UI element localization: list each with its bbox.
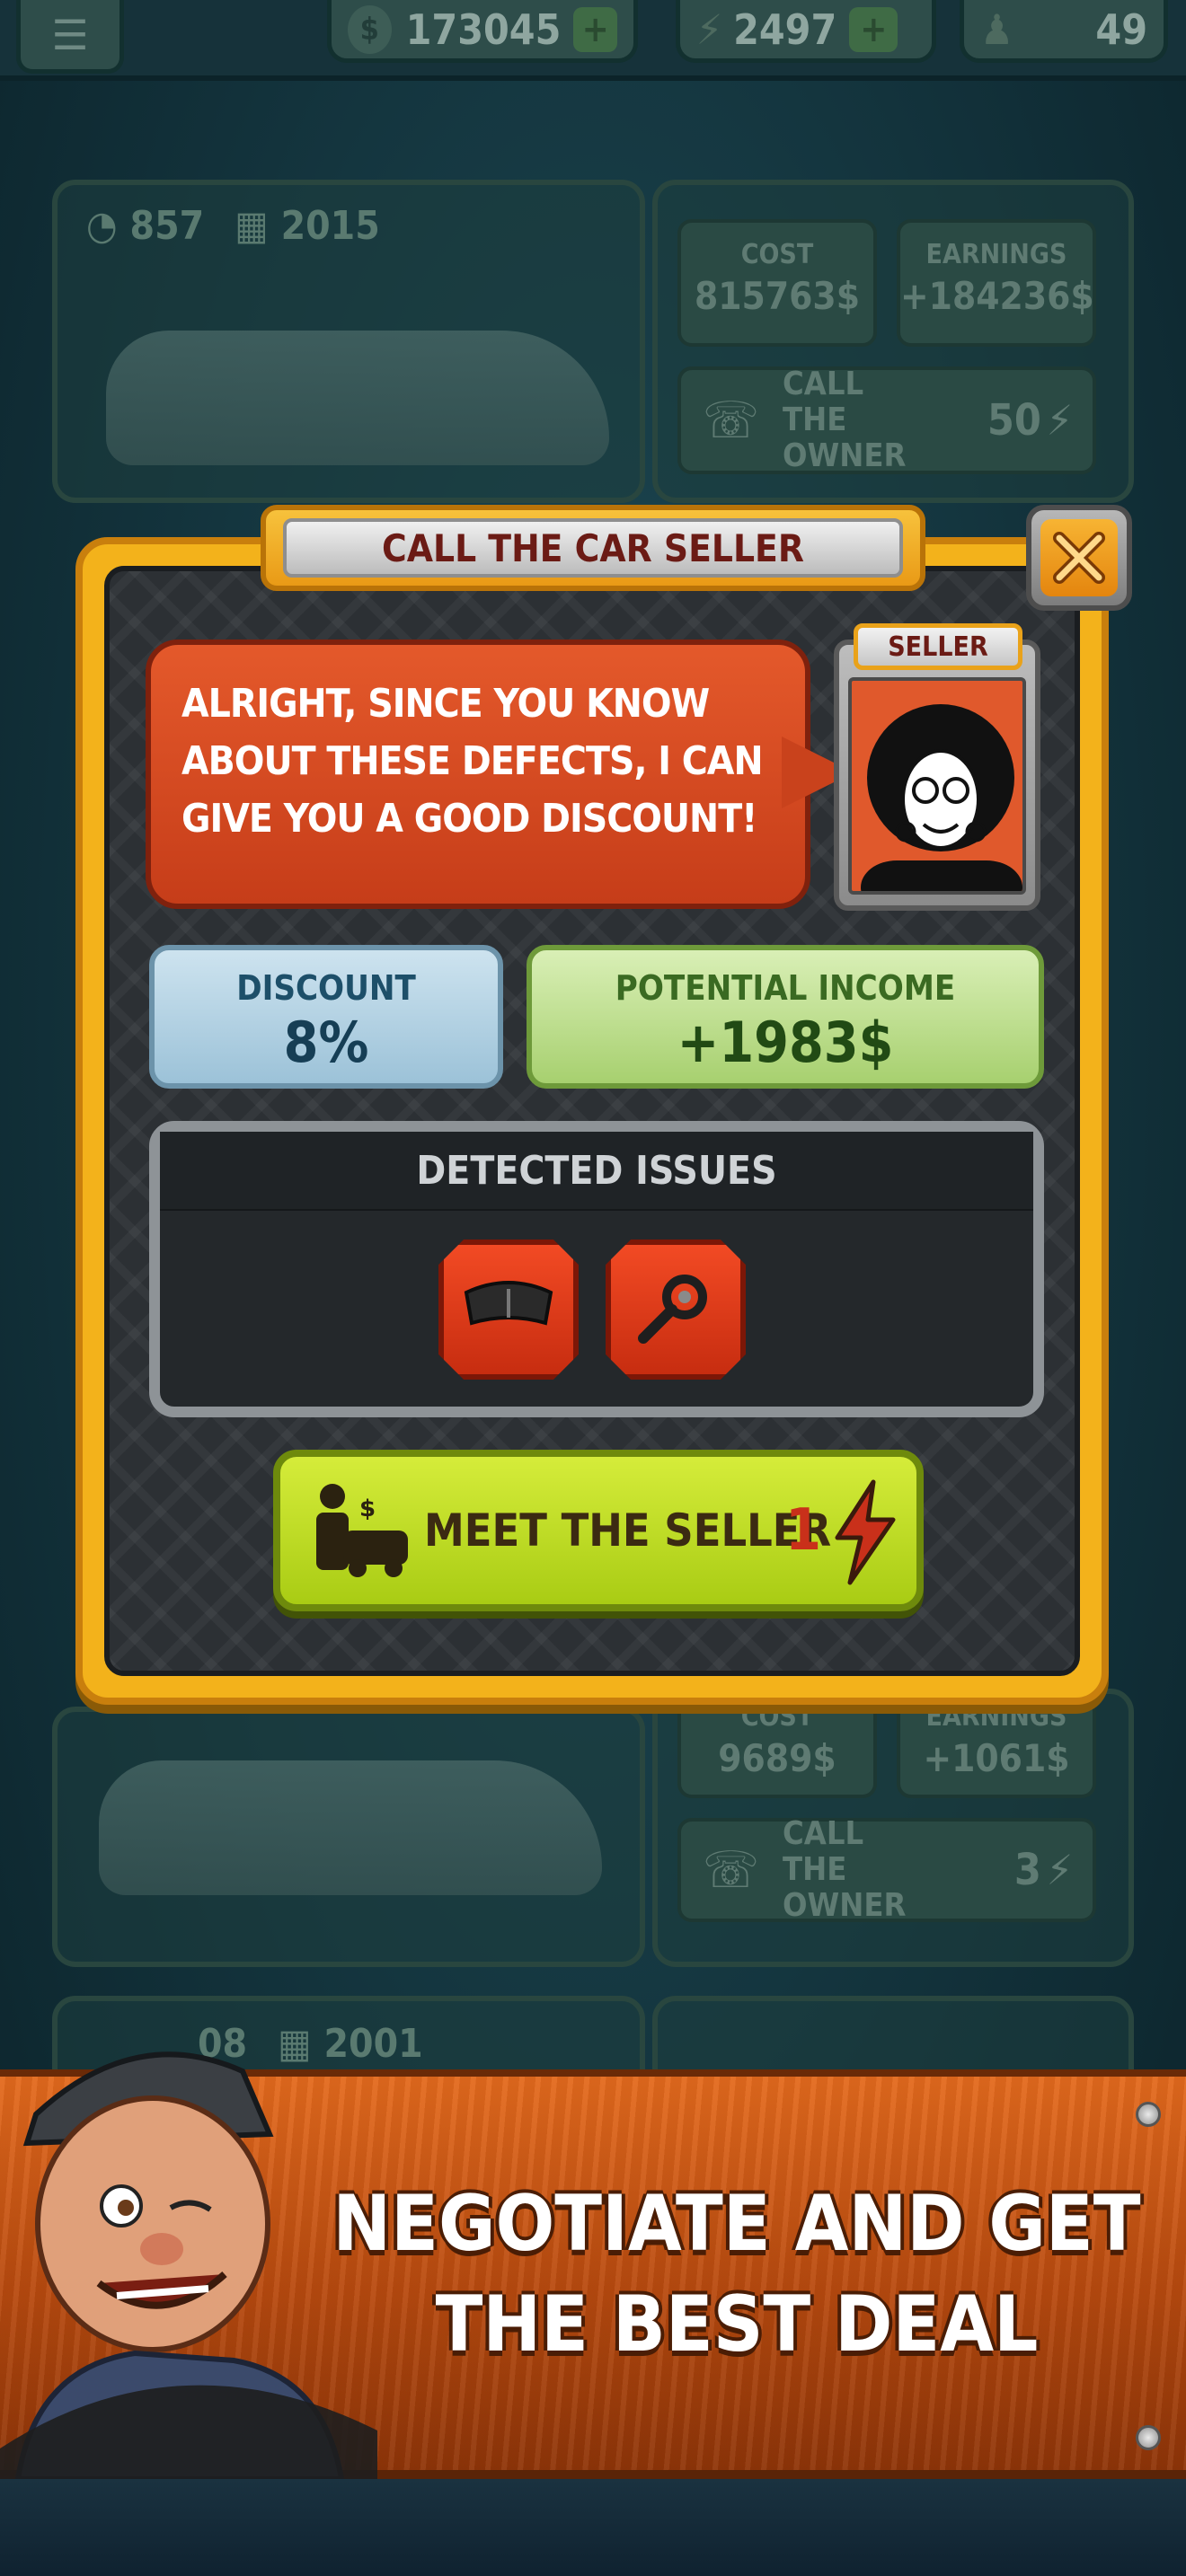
seller-tag: SELLER — [854, 623, 1022, 670]
call-cost-value: 50 — [987, 395, 1041, 446]
lightning-icon — [828, 1478, 900, 1591]
add-energy-icon[interactable]: + — [849, 6, 898, 52]
call-owner-button[interactable]: ☏ CALL THE OWNER 50 ⚡ — [677, 366, 1096, 474]
meet-the-seller-button[interactable]: $ MEET THE SELLER 1 — [273, 1450, 924, 1611]
cost-label: COST — [740, 239, 814, 270]
add-money-icon[interactable]: + — [573, 6, 617, 52]
promo-text: NEGOTIATE AND GET THE BEST DEAL — [332, 2179, 1141, 2369]
car-image — [99, 1760, 602, 1895]
menu-button[interactable]: ☰ — [16, 0, 124, 74]
energy-counter[interactable]: ⚡ 2497 + — [676, 0, 936, 63]
calendar-icon: ▦ — [235, 203, 269, 249]
call-owner-button[interactable]: ☏ CALL THE OWNER 3 ⚡ — [677, 1815, 1096, 1924]
earnings-box: EARNINGS +1061$ — [897, 1698, 1096, 1798]
cost-label: COST — [740, 1701, 814, 1733]
cost-value: 815763$ — [694, 274, 861, 318]
lightning-icon: ⚡ — [696, 4, 723, 54]
meet-cost-value: 1 — [785, 1497, 822, 1564]
discount-label: DISCOUNT — [236, 968, 416, 1008]
phone-icon: ☏ — [703, 1840, 759, 1900]
mileage-value: 857 — [129, 203, 205, 249]
seller-avatar — [848, 677, 1026, 895]
dialog-title-plate: CALL THE CAR SELLER — [261, 505, 925, 591]
potential-income-value: +1983$ — [677, 1010, 894, 1075]
bottom-strip — [0, 2479, 1186, 2576]
car-image — [106, 331, 609, 465]
screw-icon — [1136, 2425, 1161, 2450]
lightning-icon: ⚡ — [1046, 396, 1073, 445]
dialog-title: CALL THE CAR SELLER — [283, 518, 903, 578]
seller-speech-bubble: ALRIGHT, SINCE YOU KNOW ABOUT THESE DEFE… — [146, 640, 810, 909]
call-owner-label: CALL THE OWNER — [783, 366, 907, 474]
zen-counter[interactable]: ♟ 49 — [960, 0, 1168, 63]
svg-text:$: $ — [359, 1495, 376, 1522]
earnings-value: +1061$ — [923, 1736, 1070, 1780]
call-owner-label: CALL THE OWNER — [783, 1815, 907, 1924]
money-value: 173045 — [405, 4, 562, 54]
money-counter[interactable]: $ 173045 + — [327, 0, 638, 63]
meditation-icon: ♟ — [980, 4, 1014, 54]
screw-icon — [1136, 2102, 1161, 2127]
energy-value: 2497 — [733, 4, 837, 54]
close-button[interactable] — [1026, 505, 1132, 611]
car-1-info: ◔ 857 ▦ 2015 — [86, 203, 380, 249]
lightning-icon: ⚡ — [1046, 1846, 1073, 1894]
cost-box: COST 9689$ — [677, 1698, 877, 1798]
gauge-icon: ◔ — [86, 203, 118, 249]
seller-car-icon: $ — [304, 1480, 412, 1589]
year-value: 2015 — [280, 203, 380, 249]
discount-box: DISCOUNT 8% — [149, 945, 503, 1089]
suspension-joint-icon — [631, 1263, 721, 1357]
call-cost-value: 3 — [1013, 1845, 1041, 1895]
potential-income-label: POTENTIAL INCOME — [615, 968, 956, 1008]
earnings-box: EARNINGS +184236$ — [897, 219, 1096, 347]
issue-tile-suspension[interactable] — [606, 1239, 746, 1380]
zen-value: 49 — [1095, 4, 1147, 54]
cost-value: 9689$ — [718, 1736, 836, 1780]
earnings-value: +184236$ — [900, 274, 1094, 318]
brake-pads-icon — [459, 1276, 558, 1344]
phone-icon: ☏ — [703, 391, 759, 450]
earnings-label: EARNINGS — [925, 1701, 1067, 1733]
menu-icon: ☰ — [51, 11, 89, 58]
earnings-label: EARNINGS — [925, 239, 1067, 270]
detected-issues-panel: DETECTED ISSUES — [149, 1121, 1044, 1417]
detected-issues-title: DETECTED ISSUES — [160, 1132, 1033, 1211]
discount-value: 8% — [283, 1010, 369, 1075]
dollar-icon: $ — [348, 4, 392, 54]
issue-tile-brakes[interactable] — [438, 1239, 579, 1380]
seller-speech-text: ALRIGHT, SINCE YOU KNOW ABOUT THESE DEFE… — [181, 681, 764, 842]
close-icon — [1040, 519, 1118, 596]
potential-income-box: POTENTIAL INCOME +1983$ — [527, 945, 1044, 1089]
meet-the-seller-label: MEET THE SELLER — [424, 1504, 832, 1557]
cost-box: COST 815763$ — [677, 219, 877, 347]
